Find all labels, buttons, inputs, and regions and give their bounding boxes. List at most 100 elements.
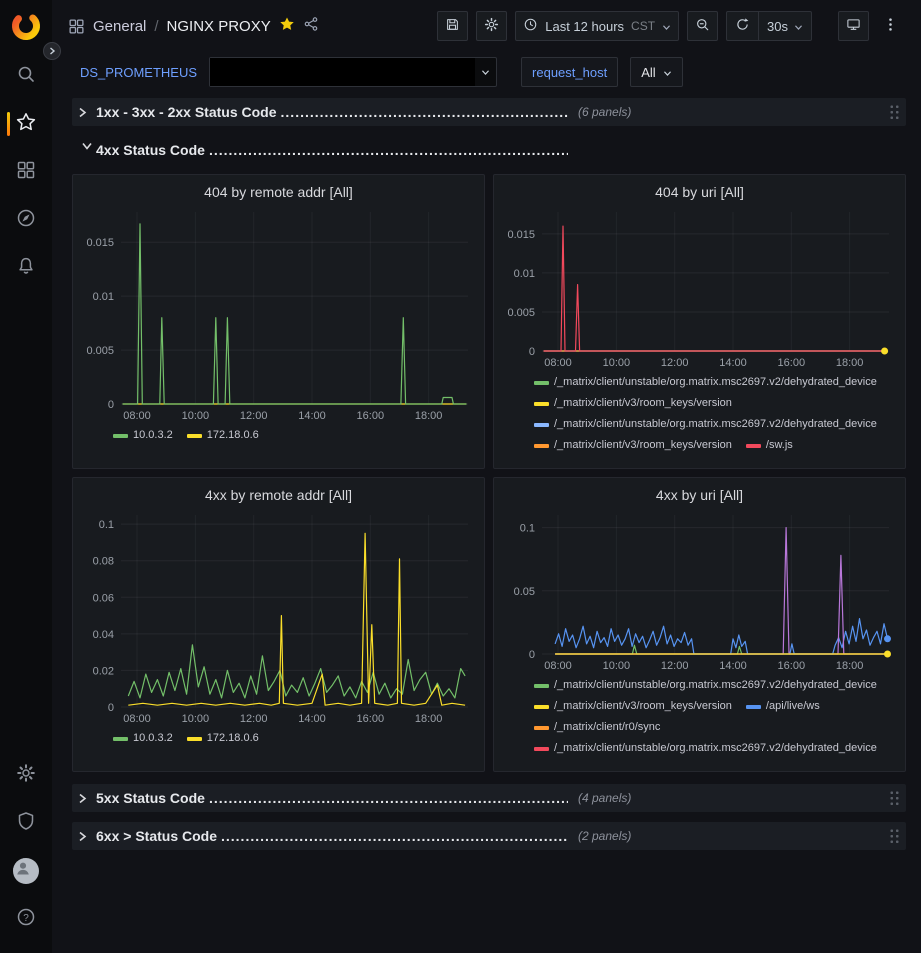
legend-item[interactable]: /_matrix/client/v3/room_keys/version [534,396,732,411]
legend-swatch [187,737,202,741]
svg-text:12:00: 12:00 [240,713,268,725]
legend-item[interactable]: /_matrix/client/unstable/org.matrix.msc2… [534,678,877,693]
svg-text:14:00: 14:00 [719,660,747,672]
sidebar-item-profile[interactable] [4,847,48,895]
dashboard-row-1xx-3xx-2xx[interactable]: 1xx - 3xx - 2xx Status Code ............… [72,98,906,126]
chevron-down-icon [475,63,496,81]
sidebar-item-dashboards[interactable] [4,148,48,196]
svg-text:16:00: 16:00 [357,713,385,725]
dashboard-row-6xx[interactable]: 6xx > Status Code ......................… [72,822,906,850]
bell-icon [16,256,36,281]
row-drag-handle[interactable] [889,828,900,845]
breadcrumb: General / NGINX PROXY [68,16,319,36]
legend-label: 172.18.0.6 [207,428,259,443]
refresh-button[interactable] [727,12,758,40]
panel-404-by-uri: 404 by uri [All] 00.0050.010.01508:0010:… [493,174,906,469]
svg-text:0.015: 0.015 [86,237,114,249]
svg-text:12:00: 12:00 [661,357,689,369]
dashboard-row-5xx[interactable]: 5xx Status Code ........................… [72,784,906,812]
legend-swatch [534,726,549,730]
sidebar-item-starred[interactable] [4,100,48,148]
datasource-variable-select[interactable] [209,57,497,87]
share-icon[interactable] [303,16,319,36]
svg-text:0.1: 0.1 [520,523,535,535]
svg-text:0.005: 0.005 [86,345,114,357]
breadcrumb-dashboard-title[interactable]: NGINX PROXY [167,18,271,35]
svg-text:10:00: 10:00 [603,660,631,672]
sidebar-item-help[interactable]: ? [4,895,48,943]
panel-title[interactable]: 404 by uri [All] [502,180,897,206]
legend-item[interactable]: /_matrix/client/unstable/org.matrix.msc2… [534,417,877,432]
row-drag-handle[interactable] [889,790,900,807]
row-drag-handle[interactable] [889,104,900,121]
grafana-logo[interactable] [10,10,42,42]
app-root: ? General / NGINX PROXY [0,0,921,953]
legend-label: /_matrix/client/v3/room_keys/version [554,699,732,714]
monitor-icon [846,17,861,35]
save-dashboard-button[interactable] [437,11,468,41]
sidebar-item-configuration[interactable] [4,751,48,799]
request-host-label-text: request_host [532,65,607,80]
datasource-variable-label[interactable]: DS_PROMETHEUS [80,65,197,80]
svg-text:0: 0 [108,702,114,714]
chevron-right-icon [78,793,96,804]
legend-label: /_matrix/client/unstable/org.matrix.msc2… [554,417,877,432]
legend-item[interactable]: 172.18.0.6 [187,428,259,443]
dashboard-canvas: 1xx - 3xx - 2xx Status Code ............… [52,92,921,953]
dashboard-row-4xx[interactable]: 4xx Status Code ........................… [72,136,906,164]
legend-item[interactable]: 172.18.0.6 [187,731,259,746]
legend-label: /_matrix/client/unstable/org.matrix.msc2… [554,741,877,756]
dashboard-settings-button[interactable] [476,11,507,41]
sidebar-item-explore[interactable] [4,196,48,244]
svg-text:10:00: 10:00 [182,410,210,422]
legend-item[interactable]: /_matrix/client/unstable/org.matrix.msc2… [534,375,877,390]
more-options-button[interactable] [879,11,909,41]
svg-text:0.015: 0.015 [507,229,535,241]
svg-text:08:00: 08:00 [544,357,572,369]
panel-title[interactable]: 4xx by uri [All] [502,483,897,509]
sidebar-item-server-admin[interactable] [4,799,48,847]
legend-item[interactable]: /_matrix/client/v3/room_keys/version [534,438,732,453]
legend-label: /_matrix/client/unstable/org.matrix.msc2… [554,678,877,693]
request-host-variable-select[interactable]: All [630,57,682,87]
refresh-interval-dropdown[interactable]: 30s [758,12,811,40]
clock-icon [523,17,538,35]
svg-text:0.005: 0.005 [507,307,535,319]
sidebar-item-alerting[interactable] [4,244,48,292]
svg-text:0.05: 0.05 [514,586,535,598]
legend-item[interactable]: /_matrix/client/v3/room_keys/version [534,699,732,714]
panel-title[interactable]: 4xx by remote addr [All] [81,483,476,509]
sidebar: ? [0,0,52,953]
favorite-star-icon[interactable] [279,16,295,36]
tv-mode-button[interactable] [838,11,869,41]
legend-item[interactable]: /_matrix/client/unstable/org.matrix.msc2… [534,741,877,756]
legend-swatch [746,705,761,709]
panel-title[interactable]: 404 by remote addr [All] [81,180,476,206]
legend-swatch [113,434,128,438]
legend-item[interactable]: /api/live/ws [746,699,820,714]
breadcrumb-folder[interactable]: General [93,18,146,35]
legend-item[interactable]: /sw.js [746,438,793,453]
legend-item[interactable]: 10.0.3.2 [113,731,173,746]
timeseries-chart[interactable]: 00.020.040.060.080.108:0010:0012:0014:00… [81,509,476,727]
timezone-label: CST [631,19,655,33]
svg-text:0.08: 0.08 [93,556,114,568]
svg-text:10:00: 10:00 [603,357,631,369]
legend-item[interactable]: 10.0.3.2 [113,428,173,443]
legend-label: /_matrix/client/r0/sync [554,720,660,735]
time-range-picker[interactable]: Last 12 hours CST [515,11,679,41]
legend-item[interactable]: /_matrix/client/r0/sync [534,720,660,735]
row-title: 6xx > Status Code [96,828,217,844]
request-host-variable-label[interactable]: request_host [521,57,618,87]
timeseries-chart[interactable]: 00.0050.010.01508:0010:0012:0014:0016:00… [502,206,897,371]
timeseries-chart[interactable]: 00.0050.010.01508:0010:0012:0014:0016:00… [81,206,476,424]
row-title-leader-dots: ........................................… [281,104,568,120]
sidebar-item-search[interactable] [4,52,48,100]
timeseries-chart[interactable]: 00.050.108:0010:0012:0014:0016:0018:00 [502,509,897,674]
legend-swatch [534,684,549,688]
sidebar-expand-button[interactable] [43,42,61,60]
legend-label: 172.18.0.6 [207,731,259,746]
zoom-out-button[interactable] [687,11,718,41]
row-title-wrap: 1xx - 3xx - 2xx Status Code ............… [96,104,568,120]
chevron-right-icon [78,831,96,842]
